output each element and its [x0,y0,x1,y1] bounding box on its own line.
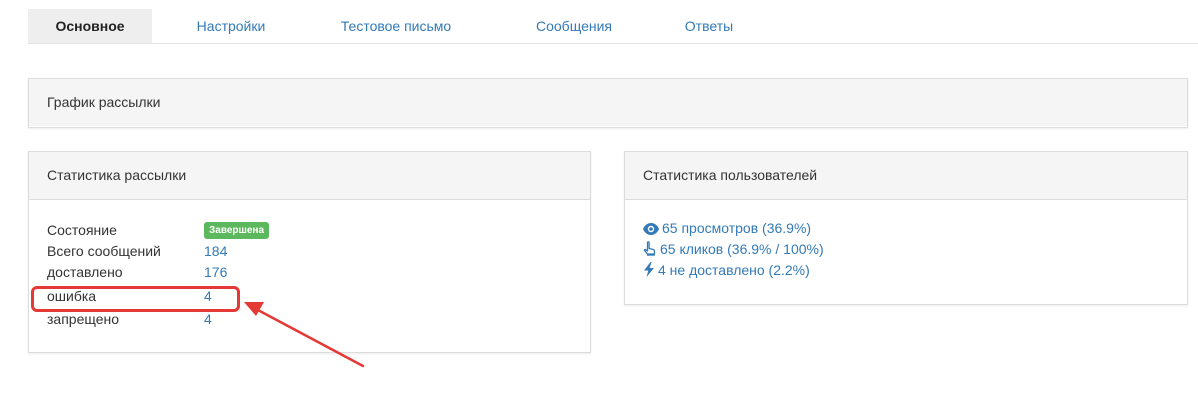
annotation-arrow-icon [244,302,365,368]
